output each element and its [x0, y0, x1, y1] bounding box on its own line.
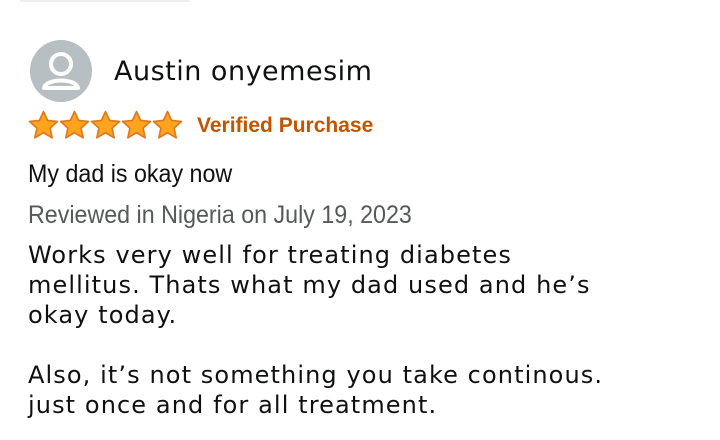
reviewer-name[interactable]: Austin onyemesim [114, 56, 372, 87]
verified-purchase-badge: Verified Purchase [197, 113, 374, 137]
default-user-avatar-icon [30, 40, 92, 102]
star-icon [28, 110, 59, 139]
reviewer-profile[interactable]: Austin onyemesim [30, 40, 372, 102]
review-meta: Reviewed in Nigeria on July 19, 2023 [28, 201, 412, 229]
star-icon [59, 110, 90, 139]
review-title: My dad is okay now [28, 160, 233, 188]
review-body-paragraph-1: Works very well for treating diabetes me… [28, 241, 591, 329]
star-rating[interactable] [28, 110, 183, 141]
star-icon [121, 110, 152, 139]
star-icon [90, 110, 121, 139]
star-icon [152, 110, 183, 139]
top-divider [20, 0, 190, 2]
rating-row: Verified Purchase [28, 110, 373, 141]
review-body: Works very well for treating diabetes me… [28, 240, 718, 420]
review-body-paragraph-2: Also, it’s not something you take contin… [28, 361, 604, 419]
